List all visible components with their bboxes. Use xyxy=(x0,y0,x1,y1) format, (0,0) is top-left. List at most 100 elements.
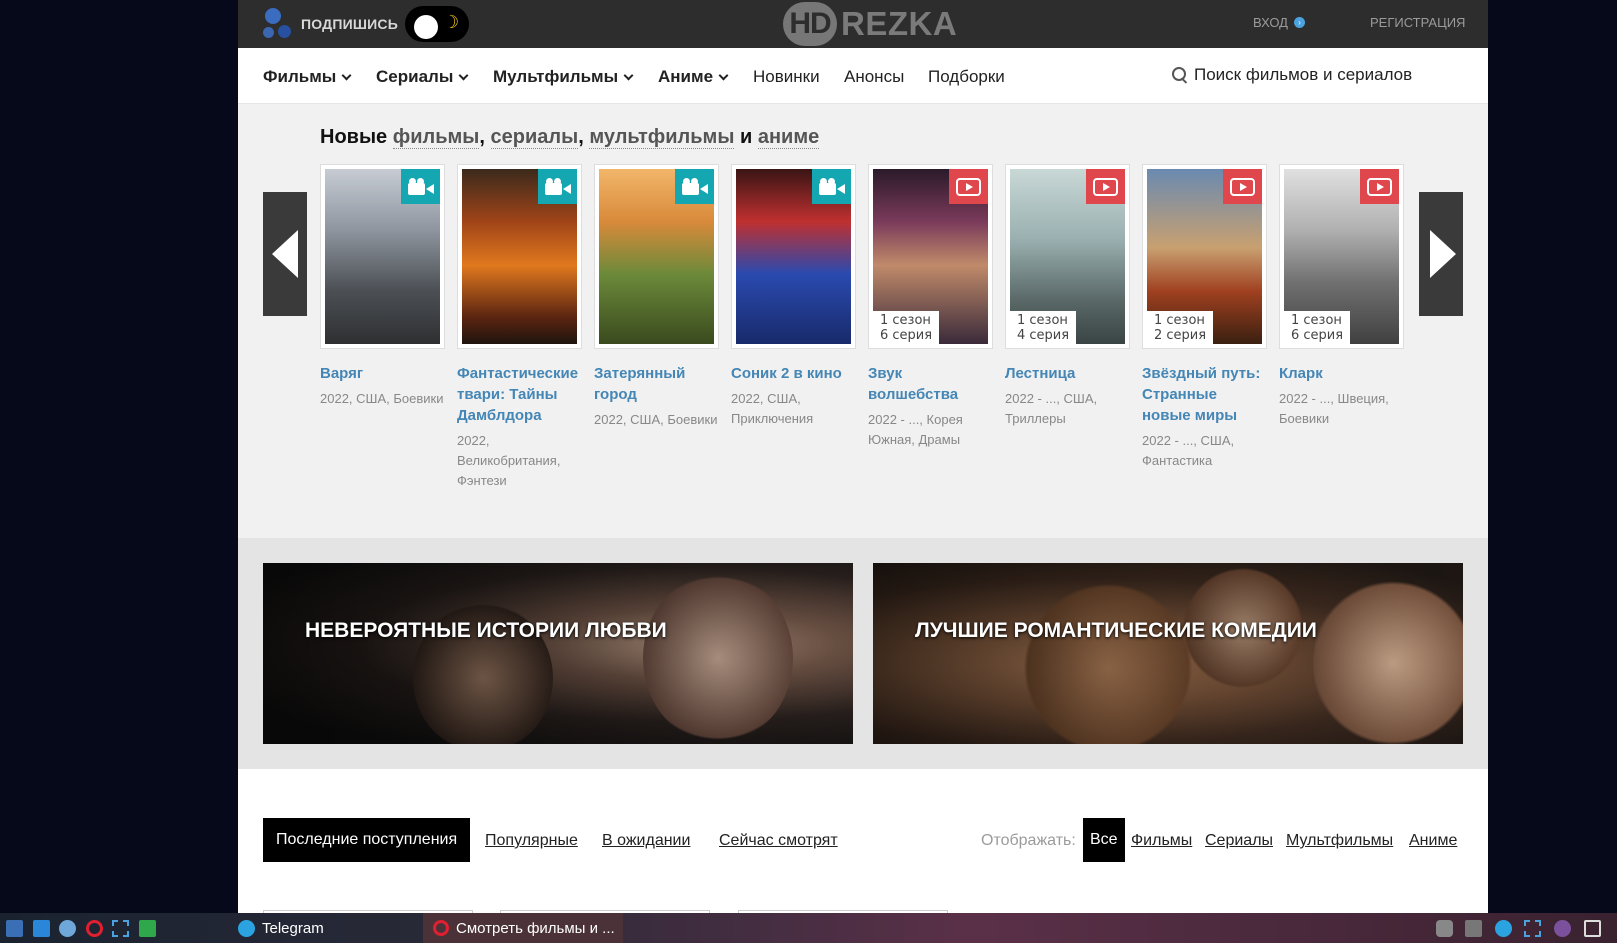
movie-badge xyxy=(812,169,851,204)
poster-title-link[interactable]: Кларк xyxy=(1279,363,1403,384)
link-new-films[interactable]: фильмы xyxy=(392,126,480,149)
register-link[interactable]: РЕГИСТРАЦИЯ xyxy=(1370,15,1465,30)
poster-image: 1 сезон 6 серия xyxy=(873,169,988,344)
telegram-icon xyxy=(238,919,255,937)
screenshot-icon[interactable] xyxy=(1524,920,1541,937)
poster-card[interactable]: Фантастические твари: Тайны Дамблдора 202… xyxy=(457,164,584,491)
filter-cartoons[interactable]: Мультфильмы xyxy=(1286,832,1393,850)
poster-frame[interactable] xyxy=(320,164,445,349)
poster-meta: 2022, США, Боевики xyxy=(594,412,718,427)
season-episode-label: 1 сезон 6 серия xyxy=(1284,311,1351,344)
os-taskbar: Telegram Смотреть фильмы и ... xyxy=(0,913,1617,943)
nav-new[interactable]: Новинки xyxy=(753,67,820,87)
poster-card[interactable]: 1 сезон 6 серия Кларк 2022 - ..., Швеция, Б… xyxy=(1279,164,1406,429)
play-icon xyxy=(1367,177,1392,196)
tab-watching[interactable]: Сейчас смотрят xyxy=(719,832,838,850)
telegram-icon[interactable] xyxy=(1495,920,1512,937)
subscribe-button[interactable]: ПОДПИШИСЬ xyxy=(263,8,398,40)
poster-frame[interactable] xyxy=(457,164,582,349)
tab-popular[interactable]: Популярные xyxy=(485,832,578,850)
taskbar-browser[interactable]: Смотреть фильмы и ... xyxy=(423,913,623,943)
link-new-series[interactable]: сериалы xyxy=(490,126,579,149)
poster-meta: 2022, США, Приключения xyxy=(731,391,814,426)
filter-all[interactable]: Все xyxy=(1083,818,1125,862)
movie-badge xyxy=(538,169,577,204)
filter-anime[interactable]: Аниме xyxy=(1409,832,1457,850)
poster-frame[interactable]: 1 сезон 6 серия xyxy=(1279,164,1404,349)
search-icon xyxy=(1172,67,1188,83)
nav-collections[interactable]: Подборки xyxy=(928,67,1005,87)
season-episode-label: 1 сезон 4 серия xyxy=(1010,311,1077,344)
poster-frame[interactable]: 1 сезон 2 серия xyxy=(1142,164,1267,349)
poster-card[interactable]: 1 сезон 4 серия Лестница 2022 - ..., США, Т… xyxy=(1005,164,1132,429)
torrent-icon[interactable] xyxy=(139,920,156,937)
tab-waiting[interactable]: В ожидании xyxy=(602,832,690,850)
nav-anime[interactable]: Аниме xyxy=(658,67,729,87)
poster-frame[interactable] xyxy=(731,164,856,349)
collection-label: ЛУЧШИЕ РОМАНТИЧЕСКИЕ КОМЕДИИ xyxy=(915,619,1317,642)
logo-rezka: REZKA xyxy=(841,5,958,42)
poster-meta: 2022 - ..., Швеция, Боевики xyxy=(1279,391,1389,426)
login-link[interactable]: ВХОД › xyxy=(1253,15,1305,30)
poster-title-link[interactable]: Соник 2 в кино xyxy=(731,363,855,384)
poster-title-link[interactable]: Звёздный путь: Странные новые миры xyxy=(1142,363,1266,426)
link-new-anime[interactable]: аниме xyxy=(757,126,820,149)
network-icon[interactable] xyxy=(1465,920,1482,937)
nav-series[interactable]: Сериалы xyxy=(376,67,469,87)
carousel-prev-button[interactable] xyxy=(263,192,307,316)
viber-icon[interactable] xyxy=(1554,920,1571,937)
poster-title-link[interactable]: Фантастические твари: Тайны Дамблдора xyxy=(457,363,581,426)
collection-romantic-comedies[interactable]: ЛУЧШИЕ РОМАНТИЧЕСКИЕ КОМЕДИИ xyxy=(873,563,1463,744)
taskbar-telegram[interactable]: Telegram xyxy=(228,913,324,943)
collection-label: НЕВЕРОЯТНЫЕ ИСТОРИИ ЛЮБВИ xyxy=(305,619,667,642)
discord-icon[interactable] xyxy=(1436,920,1453,937)
play-icon xyxy=(1093,177,1118,196)
search-box[interactable]: Поиск фильмов и сериалов xyxy=(1172,65,1412,85)
poster-image: 1 сезон 6 серия xyxy=(1284,169,1399,344)
moon-icon: ☽ xyxy=(443,12,460,32)
season-label: 1 сезон xyxy=(1291,313,1342,328)
subscribe-dots-icon xyxy=(263,8,299,40)
theme-toggle[interactable]: ☽ xyxy=(405,6,469,42)
camera-icon xyxy=(818,177,845,196)
link-new-cartoons[interactable]: мультфильмы xyxy=(589,126,735,149)
window-icon[interactable] xyxy=(33,920,50,937)
filter-series[interactable]: Сериалы xyxy=(1205,832,1273,850)
arrow-right-icon: › xyxy=(1293,17,1305,28)
poster-frame[interactable]: 1 сезон 6 серия xyxy=(868,164,993,349)
poster-card[interactable]: Соник 2 в кино 2022, США, Приключения xyxy=(731,164,858,429)
nav-films[interactable]: Фильмы xyxy=(263,67,352,87)
poster-card[interactable]: 1 сезон 2 серия Звёздный путь: Странные но… xyxy=(1142,164,1269,471)
poster-card[interactable]: Затерянный город 2022, США, Боевики xyxy=(594,164,721,430)
nav-cartoons[interactable]: Мультфильмы xyxy=(493,67,634,87)
poster-card[interactable]: 1 сезон 6 серия Звук волшебства 2022 - ...,… xyxy=(868,164,995,450)
poster-title-link[interactable]: Варяг xyxy=(320,363,444,384)
opera-icon[interactable] xyxy=(86,920,103,937)
globe-icon[interactable] xyxy=(59,920,76,937)
filter-films[interactable]: Фильмы xyxy=(1131,832,1192,850)
carousel-next-button[interactable] xyxy=(1419,192,1463,316)
collection-love-stories[interactable]: НЕВЕРОЯТНЫЕ ИСТОРИИ ЛЮБВИ xyxy=(263,563,853,744)
poster-meta: 2022, Великобритания, Фэнтези xyxy=(457,433,561,488)
site-logo[interactable]: HD REZKA xyxy=(783,2,957,46)
desktop-icon[interactable] xyxy=(6,920,23,937)
episode-label: 2 серия xyxy=(1154,328,1207,343)
play-icon xyxy=(1230,177,1255,196)
new-releases-section: Новые фильмы, сериалы, мультфильмы и ани… xyxy=(238,104,1488,538)
poster-card[interactable]: Варяг 2022, США, Боевики xyxy=(320,164,447,409)
nav-announces[interactable]: Анонсы xyxy=(844,67,904,87)
poster-title-link[interactable]: Звук волшебства xyxy=(868,363,992,405)
poster-title-link[interactable]: Лестница xyxy=(1005,363,1129,384)
poster-meta: 2022 - ..., США, Фантастика xyxy=(1142,433,1235,468)
poster-frame[interactable] xyxy=(594,164,719,349)
camera-icon xyxy=(544,177,571,196)
poster-title-link[interactable]: Затерянный город xyxy=(594,363,718,405)
chevron-down-icon xyxy=(341,70,352,81)
series-badge xyxy=(949,169,988,204)
poster-image xyxy=(736,169,851,344)
tab-latest[interactable]: Последние поступления xyxy=(263,818,471,862)
battery-icon[interactable] xyxy=(1584,920,1601,937)
poster-frame[interactable]: 1 сезон 4 серия xyxy=(1005,164,1130,349)
logo-hd: HD xyxy=(783,2,837,46)
screenshot-icon[interactable] xyxy=(112,920,129,937)
